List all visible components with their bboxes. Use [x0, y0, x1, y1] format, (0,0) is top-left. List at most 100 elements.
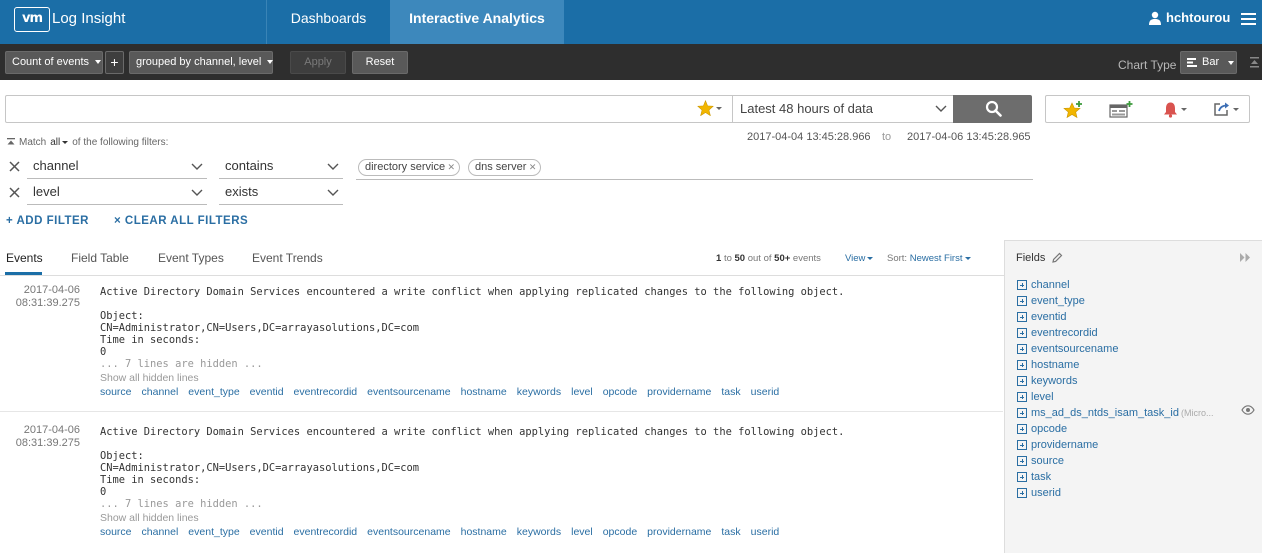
remove-filter-icon[interactable] — [9, 161, 20, 172]
aggregate-dropdown[interactable]: Count of events — [5, 51, 103, 74]
match-value-dropdown[interactable]: all — [50, 137, 60, 148]
expand-plus-icon[interactable] — [1017, 408, 1027, 418]
field-item[interactable]: userid — [1017, 485, 1061, 501]
add-to-favorites-button[interactable] — [1063, 101, 1083, 118]
expand-plus-icon[interactable] — [1017, 280, 1027, 290]
filter-operator-select[interactable]: exists — [219, 181, 343, 205]
add-filter-link[interactable]: + ADD FILTER — [6, 215, 89, 227]
field-item[interactable]: source — [1017, 453, 1064, 469]
edit-pencil-icon[interactable] — [1051, 252, 1063, 264]
event-field-link[interactable]: opcode — [603, 386, 637, 398]
field-item[interactable]: eventid — [1017, 309, 1066, 325]
event-field-link[interactable]: providername — [647, 386, 711, 398]
event-field-link[interactable]: providername — [647, 526, 711, 538]
expand-plus-icon[interactable] — [1017, 472, 1027, 482]
add-to-dashboard-button[interactable] — [1109, 101, 1133, 118]
expand-plus-icon[interactable] — [1017, 376, 1027, 386]
filter-field-select[interactable]: level — [27, 181, 207, 205]
apply-button[interactable]: Apply — [290, 51, 346, 74]
show-hidden-lines-link[interactable]: Show all hidden lines — [100, 512, 199, 524]
event-field-link[interactable]: channel — [142, 386, 179, 398]
nav-tab-dashboards[interactable]: Dashboards — [267, 0, 390, 44]
event-field-link[interactable]: eventid — [250, 386, 284, 398]
filter-operator-select[interactable]: contains — [219, 155, 343, 179]
filter-values-input[interactable]: directory service ✕ dns server ✕ — [356, 155, 1033, 180]
event-field-link[interactable]: userid — [751, 386, 780, 398]
export-button[interactable] — [1213, 101, 1239, 117]
event-field-link[interactable]: task — [721, 386, 740, 398]
filter-value-tag[interactable]: dns server ✕ — [468, 159, 542, 176]
event-field-link[interactable]: event_type — [188, 526, 239, 538]
expand-plus-icon[interactable] — [1017, 424, 1027, 434]
event-field-link[interactable]: eventsourcename — [367, 386, 450, 398]
nav-tab-interactive-analytics[interactable]: Interactive Analytics — [390, 0, 564, 44]
event-field-link[interactable]: eventsourcename — [367, 526, 450, 538]
clear-all-filters-link[interactable]: × CLEAR ALL FILTERS — [114, 215, 248, 227]
event-field-link[interactable]: keywords — [517, 526, 561, 538]
eye-icon[interactable] — [1241, 405, 1255, 415]
expand-plus-icon[interactable] — [1017, 360, 1027, 370]
tab-event-types[interactable]: Event Types — [158, 251, 224, 265]
remove-filter-icon[interactable] — [9, 187, 20, 198]
field-item[interactable]: eventrecordid — [1017, 325, 1098, 341]
event-field-link[interactable]: hostname — [461, 386, 507, 398]
event-field-link[interactable]: eventrecordid — [294, 386, 358, 398]
event-field-link[interactable]: userid — [751, 526, 780, 538]
sort-dropdown[interactable]: Sort: Newest First — [887, 253, 971, 264]
create-alert-button[interactable] — [1162, 101, 1187, 118]
filter-field-select[interactable]: channel — [27, 155, 207, 179]
collapse-chart-icon[interactable] — [1250, 57, 1259, 69]
event-field-link[interactable]: level — [571, 526, 593, 538]
field-item[interactable]: event_type — [1017, 293, 1085, 309]
event-field-link[interactable]: event_type — [188, 386, 239, 398]
match-filter-control[interactable]: Match all of the following filters: — [7, 137, 168, 148]
collapse-panel-icon[interactable] — [1240, 253, 1251, 262]
field-item[interactable]: ms_ad_ds_ntds_isam_task_id (Micro... — [1017, 405, 1213, 421]
reset-button[interactable]: Reset — [352, 51, 408, 74]
field-item[interactable]: level — [1017, 389, 1054, 405]
expand-plus-icon[interactable] — [1017, 456, 1027, 466]
add-aggregate-button[interactable]: + — [105, 51, 124, 74]
field-item[interactable]: keywords — [1017, 373, 1077, 389]
field-item[interactable]: hostname — [1017, 357, 1079, 373]
event-field-link[interactable]: eventid — [250, 526, 284, 538]
expand-plus-icon[interactable] — [1017, 344, 1027, 354]
user-menu[interactable]: hchtourou — [1148, 10, 1230, 25]
chart-type-dropdown[interactable]: Bar — [1180, 51, 1237, 74]
event-field-link[interactable]: hostname — [461, 526, 507, 538]
expand-plus-icon[interactable] — [1017, 312, 1027, 322]
filter-value-tag[interactable]: directory service ✕ — [358, 159, 461, 176]
event-field-link[interactable]: level — [571, 386, 593, 398]
tab-field-table[interactable]: Field Table — [71, 251, 129, 265]
show-hidden-lines-link[interactable]: Show all hidden lines — [100, 372, 199, 384]
collapse-filters-icon[interactable] — [7, 137, 15, 148]
favorite-queries-dropdown[interactable] — [697, 100, 722, 116]
expand-plus-icon[interactable] — [1017, 328, 1027, 338]
expand-plus-icon[interactable] — [1017, 488, 1027, 498]
field-item[interactable]: task — [1017, 469, 1051, 485]
expand-plus-icon[interactable] — [1017, 296, 1027, 306]
event-field-link[interactable]: source — [100, 386, 132, 398]
field-item[interactable]: eventsourcename — [1017, 341, 1118, 357]
search-input[interactable] — [5, 95, 733, 123]
field-item[interactable]: opcode — [1017, 421, 1067, 437]
group-by-dropdown[interactable]: grouped by channel, level — [129, 51, 274, 74]
remove-tag-icon[interactable]: ✕ — [529, 160, 537, 175]
search-button[interactable] — [953, 95, 1032, 123]
field-item[interactable]: channel — [1017, 277, 1070, 293]
event-field-link[interactable]: source — [100, 526, 132, 538]
event-field-link[interactable]: channel — [142, 526, 179, 538]
expand-plus-icon[interactable] — [1017, 392, 1027, 402]
tab-event-trends[interactable]: Event Trends — [252, 251, 323, 265]
view-dropdown[interactable]: View — [845, 253, 874, 264]
remove-tag-icon[interactable]: ✕ — [448, 160, 456, 175]
event-field-link[interactable]: keywords — [517, 386, 561, 398]
event-field-link[interactable]: eventrecordid — [294, 526, 358, 538]
hamburger-menu-icon[interactable] — [1241, 12, 1256, 26]
tab-events[interactable]: Events — [6, 251, 43, 265]
event-field-link[interactable]: opcode — [603, 526, 637, 538]
expand-plus-icon[interactable] — [1017, 440, 1027, 450]
field-item[interactable]: providername — [1017, 437, 1098, 453]
event-field-link[interactable]: task — [721, 526, 740, 538]
time-range-dropdown[interactable]: Latest 48 hours of data — [732, 95, 954, 123]
